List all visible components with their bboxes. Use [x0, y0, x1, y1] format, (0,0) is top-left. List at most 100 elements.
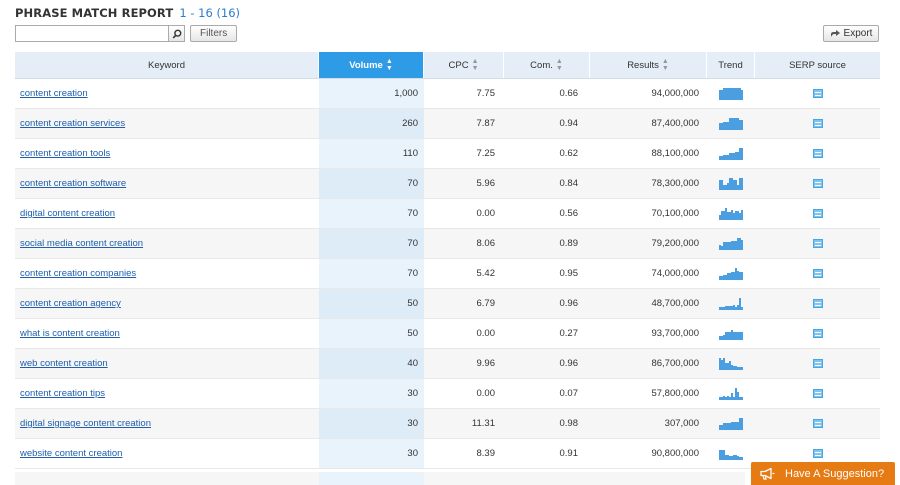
- table-row: what is content creation 50 0.00 0.27 93,700…: [15, 319, 880, 349]
- cell-cpc: 0.00: [476, 328, 496, 339]
- col-header-volume[interactable]: Volume ▲ ▼: [319, 52, 424, 78]
- cell-results: 48,700,000: [651, 298, 699, 309]
- cell-trend: [707, 289, 755, 318]
- serp-document-icon[interactable]: [812, 179, 823, 188]
- keyword-link[interactable]: content creation software: [20, 178, 126, 189]
- cell-keyword: [15, 472, 319, 485]
- cell-keyword: web content creation: [15, 349, 319, 378]
- trend-bar: [741, 178, 743, 190]
- trend-chart: [719, 237, 743, 250]
- table-body: content creation 1,000 7.75 0.66 94,000,000 c…: [15, 79, 880, 469]
- serp-document-icon[interactable]: [812, 89, 823, 98]
- cell-results: 78,300,000: [651, 178, 699, 189]
- cell-trend: [707, 259, 755, 288]
- keyword-link[interactable]: content creation tips: [20, 388, 105, 399]
- cell-serp: [755, 139, 880, 168]
- export-button[interactable]: Export: [823, 25, 879, 42]
- serp-document-icon[interactable]: [812, 119, 823, 128]
- cell-com: 0.62: [559, 148, 579, 159]
- keyword-link[interactable]: content creation companies: [20, 268, 136, 279]
- serp-document-icon[interactable]: [812, 449, 823, 458]
- table-row: content creation tips 30 0.00 0.07 57,800,00…: [15, 379, 880, 409]
- keyword-link[interactable]: content creation: [20, 88, 88, 99]
- export-arrow-icon: [830, 30, 840, 37]
- col-header-com[interactable]: Com. ▲ ▼: [504, 52, 590, 78]
- col-header-label: Trend: [718, 59, 743, 71]
- keyword-link[interactable]: web content creation: [20, 358, 108, 369]
- cell-com: 0.98: [559, 418, 579, 429]
- table-row: content creation agency 50 6.79 0.96 48,700,…: [15, 289, 880, 319]
- serp-document-icon[interactable]: [812, 389, 823, 398]
- keyword-link[interactable]: digital content creation: [20, 208, 115, 219]
- serp-document-icon[interactable]: [812, 149, 823, 158]
- cell-cpc: 9.96: [476, 358, 496, 369]
- cell-keyword: digital signage content creation: [15, 409, 319, 438]
- serp-document-icon[interactable]: [812, 299, 823, 308]
- keyword-link[interactable]: content creation tools: [20, 148, 110, 159]
- cell-keyword: content creation services: [15, 109, 319, 138]
- cell-serp: [755, 319, 880, 348]
- col-header-results[interactable]: Results ▲ ▼: [590, 52, 707, 78]
- col-header-cpc[interactable]: CPC ▲ ▼: [424, 52, 504, 78]
- keyword-link[interactable]: website content creation: [20, 448, 122, 459]
- search-button[interactable]: [168, 25, 185, 42]
- serp-document-icon[interactable]: [812, 269, 823, 278]
- table-row: content creation 1,000 7.75 0.66 94,000,000: [15, 79, 880, 109]
- trend-chart: [719, 117, 743, 130]
- cell-keyword: content creation agency: [15, 289, 319, 318]
- trend-bar: [741, 332, 743, 340]
- cell-volume: 70: [319, 199, 424, 228]
- report-title: PHRASE MATCH REPORT: [15, 6, 174, 20]
- cell-com: 0.96: [559, 358, 579, 369]
- trend-bar: [741, 210, 743, 220]
- cell-volume: 70: [319, 229, 424, 258]
- keyword-link[interactable]: content creation agency: [20, 298, 121, 309]
- cell-cpc: 7.87: [476, 118, 496, 129]
- table-row: social media content creation 70 8.06 0.89 7…: [15, 229, 880, 259]
- report-header: PHRASE MATCH REPORT 1 - 16 (16): [15, 6, 240, 20]
- serp-document-icon[interactable]: [812, 329, 823, 338]
- trend-chart: [719, 327, 743, 340]
- cell-trend: [707, 319, 755, 348]
- cell-trend: [707, 229, 755, 258]
- suggestion-button[interactable]: Have A Suggestion?: [751, 462, 895, 485]
- cell-com: 0.56: [559, 208, 579, 219]
- trend-bar: [741, 307, 743, 310]
- filters-button[interactable]: Filters: [190, 25, 238, 42]
- col-header-serp: SERP source: [755, 52, 880, 78]
- keyword-link[interactable]: what is content creation: [20, 328, 120, 339]
- serp-document-icon[interactable]: [812, 359, 823, 368]
- serp-document-icon[interactable]: [812, 239, 823, 248]
- keyword-link[interactable]: social media content creation: [20, 238, 143, 249]
- trend-chart: [719, 297, 743, 310]
- cell-volume: 30: [319, 439, 424, 468]
- col-header-label: CPC: [448, 59, 469, 71]
- cell-trend: [707, 379, 755, 408]
- cell-volume: 30: [319, 379, 424, 408]
- table-row: content creation companies 70 5.42 0.95 74,0…: [15, 259, 880, 289]
- trend-bar: [741, 120, 743, 130]
- trend-chart: [719, 207, 743, 220]
- col-header-label: Results: [627, 59, 659, 71]
- search-input[interactable]: [15, 25, 168, 42]
- col-header-label: Keyword: [148, 59, 185, 71]
- cell-cpc: 0.00: [476, 388, 496, 399]
- cell-com: 0.96: [559, 298, 579, 309]
- keyword-link[interactable]: content creation services: [20, 118, 125, 129]
- cell-results: 307,000: [664, 418, 699, 429]
- cell-results: 88,100,000: [651, 148, 699, 159]
- cell-cpc: 5.42: [476, 268, 496, 279]
- cell-keyword: content creation: [15, 79, 319, 108]
- trend-chart: [719, 447, 743, 460]
- cell-volume: 30: [319, 409, 424, 438]
- suggestion-label: Have A Suggestion?: [785, 467, 885, 480]
- keyword-link[interactable]: digital signage content creation: [20, 418, 151, 429]
- serp-document-icon[interactable]: [812, 209, 823, 218]
- serp-document-icon[interactable]: [812, 419, 823, 428]
- cell-keyword: social media content creation: [15, 229, 319, 258]
- cell-serp: [755, 379, 880, 408]
- cell-results: 57,800,000: [651, 388, 699, 399]
- col-header-trend: Trend: [707, 52, 755, 78]
- table-header: Keyword Volume ▲ ▼ CPC ▲ ▼ Com. ▲ ▼ Results…: [15, 52, 880, 79]
- cell-com: 0.94: [559, 118, 579, 129]
